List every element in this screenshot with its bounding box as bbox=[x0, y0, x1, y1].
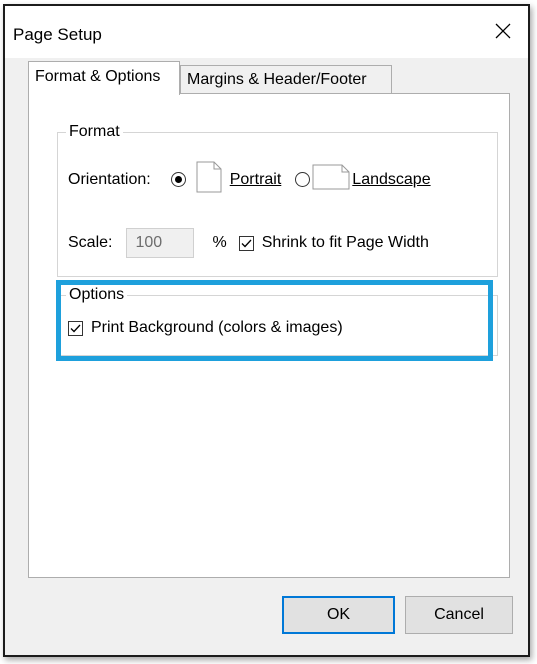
portrait-radio[interactable] bbox=[170, 172, 186, 187]
cancel-button[interactable]: Cancel bbox=[405, 596, 513, 634]
shrink-to-fit-label[interactable]: Shrink to fit Page Width bbox=[262, 234, 429, 252]
portrait-label[interactable]: Portrait bbox=[230, 171, 282, 189]
portrait-page-icon bbox=[196, 161, 222, 198]
percent-sign: % bbox=[212, 234, 227, 251]
tab-margins-header-footer[interactable]: Margins & Header/Footer bbox=[180, 65, 392, 94]
dialog-title: Page Setup bbox=[13, 25, 102, 44]
shrink-to-fit-checkbox[interactable] bbox=[238, 235, 254, 251]
ok-button[interactable]: OK bbox=[282, 596, 395, 634]
tab-format-options[interactable]: Format & Options bbox=[28, 61, 180, 95]
close-icon bbox=[495, 23, 511, 44]
format-group-label: Format bbox=[66, 123, 123, 141]
orientation-row: Orientation: Portrait Landscape bbox=[68, 161, 431, 198]
scale-label: Scale: bbox=[68, 234, 113, 251]
scale-input[interactable] bbox=[126, 228, 195, 258]
landscape-label[interactable]: Landscape bbox=[352, 171, 430, 189]
scale-row: Scale: % Shrink to fit Page Width bbox=[68, 228, 429, 258]
options-highlight-box bbox=[56, 280, 493, 361]
ok-label: OK bbox=[326, 606, 351, 623]
tab-label: Format & Options bbox=[35, 68, 161, 85]
cancel-label: Cancel bbox=[434, 606, 484, 623]
orientation-label: Orientation: bbox=[68, 170, 151, 188]
close-button[interactable] bbox=[486, 16, 520, 50]
title-bar: Page Setup bbox=[5, 6, 528, 58]
landscape-radio[interactable] bbox=[295, 172, 311, 187]
tab-label: Margins & Header/Footer bbox=[187, 71, 367, 88]
landscape-page-icon bbox=[312, 164, 350, 195]
